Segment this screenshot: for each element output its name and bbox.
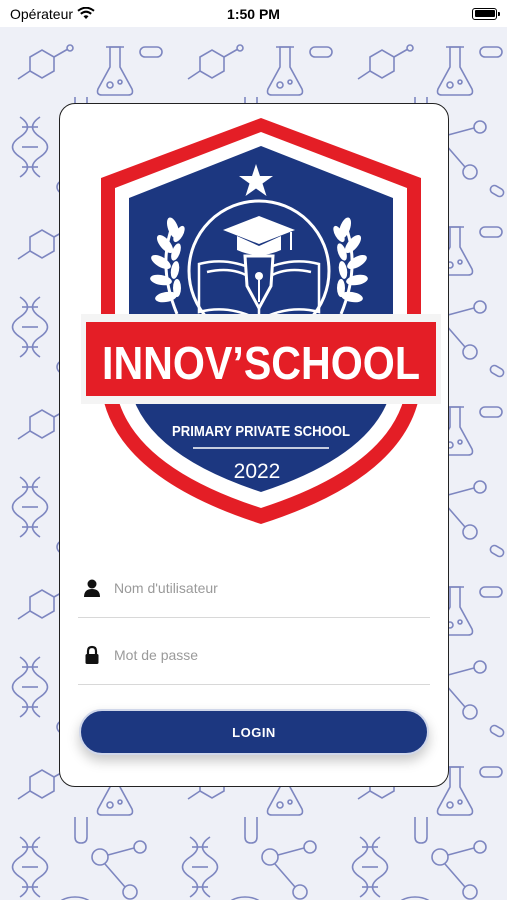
username-field: [78, 558, 430, 618]
login-card: INNOV’SCHOOL PRIMARY PRIVATE SCHOOL 2022…: [59, 103, 449, 787]
status-left: Opérateur: [10, 6, 95, 22]
username-input[interactable]: [114, 572, 414, 603]
wifi-icon: [77, 7, 95, 19]
user-icon: [84, 579, 100, 597]
status-bar: Opérateur 1:50 PM: [0, 0, 507, 27]
login-button-label: LOGIN: [232, 724, 276, 740]
status-time: 1:50 PM: [227, 5, 280, 22]
carrier-label: Opérateur: [10, 5, 74, 22]
school-logo: INNOV’SCHOOL PRIMARY PRIVATE SCHOOL 2022: [81, 118, 441, 524]
lock-icon: [85, 645, 99, 664]
school-subtitle: PRIMARY PRIVATE SCHOOL: [172, 423, 350, 440]
password-input[interactable]: [114, 639, 414, 670]
battery-icon: [472, 7, 500, 20]
login-button[interactable]: LOGIN: [79, 709, 429, 755]
school-year: 2022: [234, 460, 281, 483]
school-name: INNOV’SCHOOL: [102, 337, 420, 389]
password-field: [78, 625, 430, 685]
